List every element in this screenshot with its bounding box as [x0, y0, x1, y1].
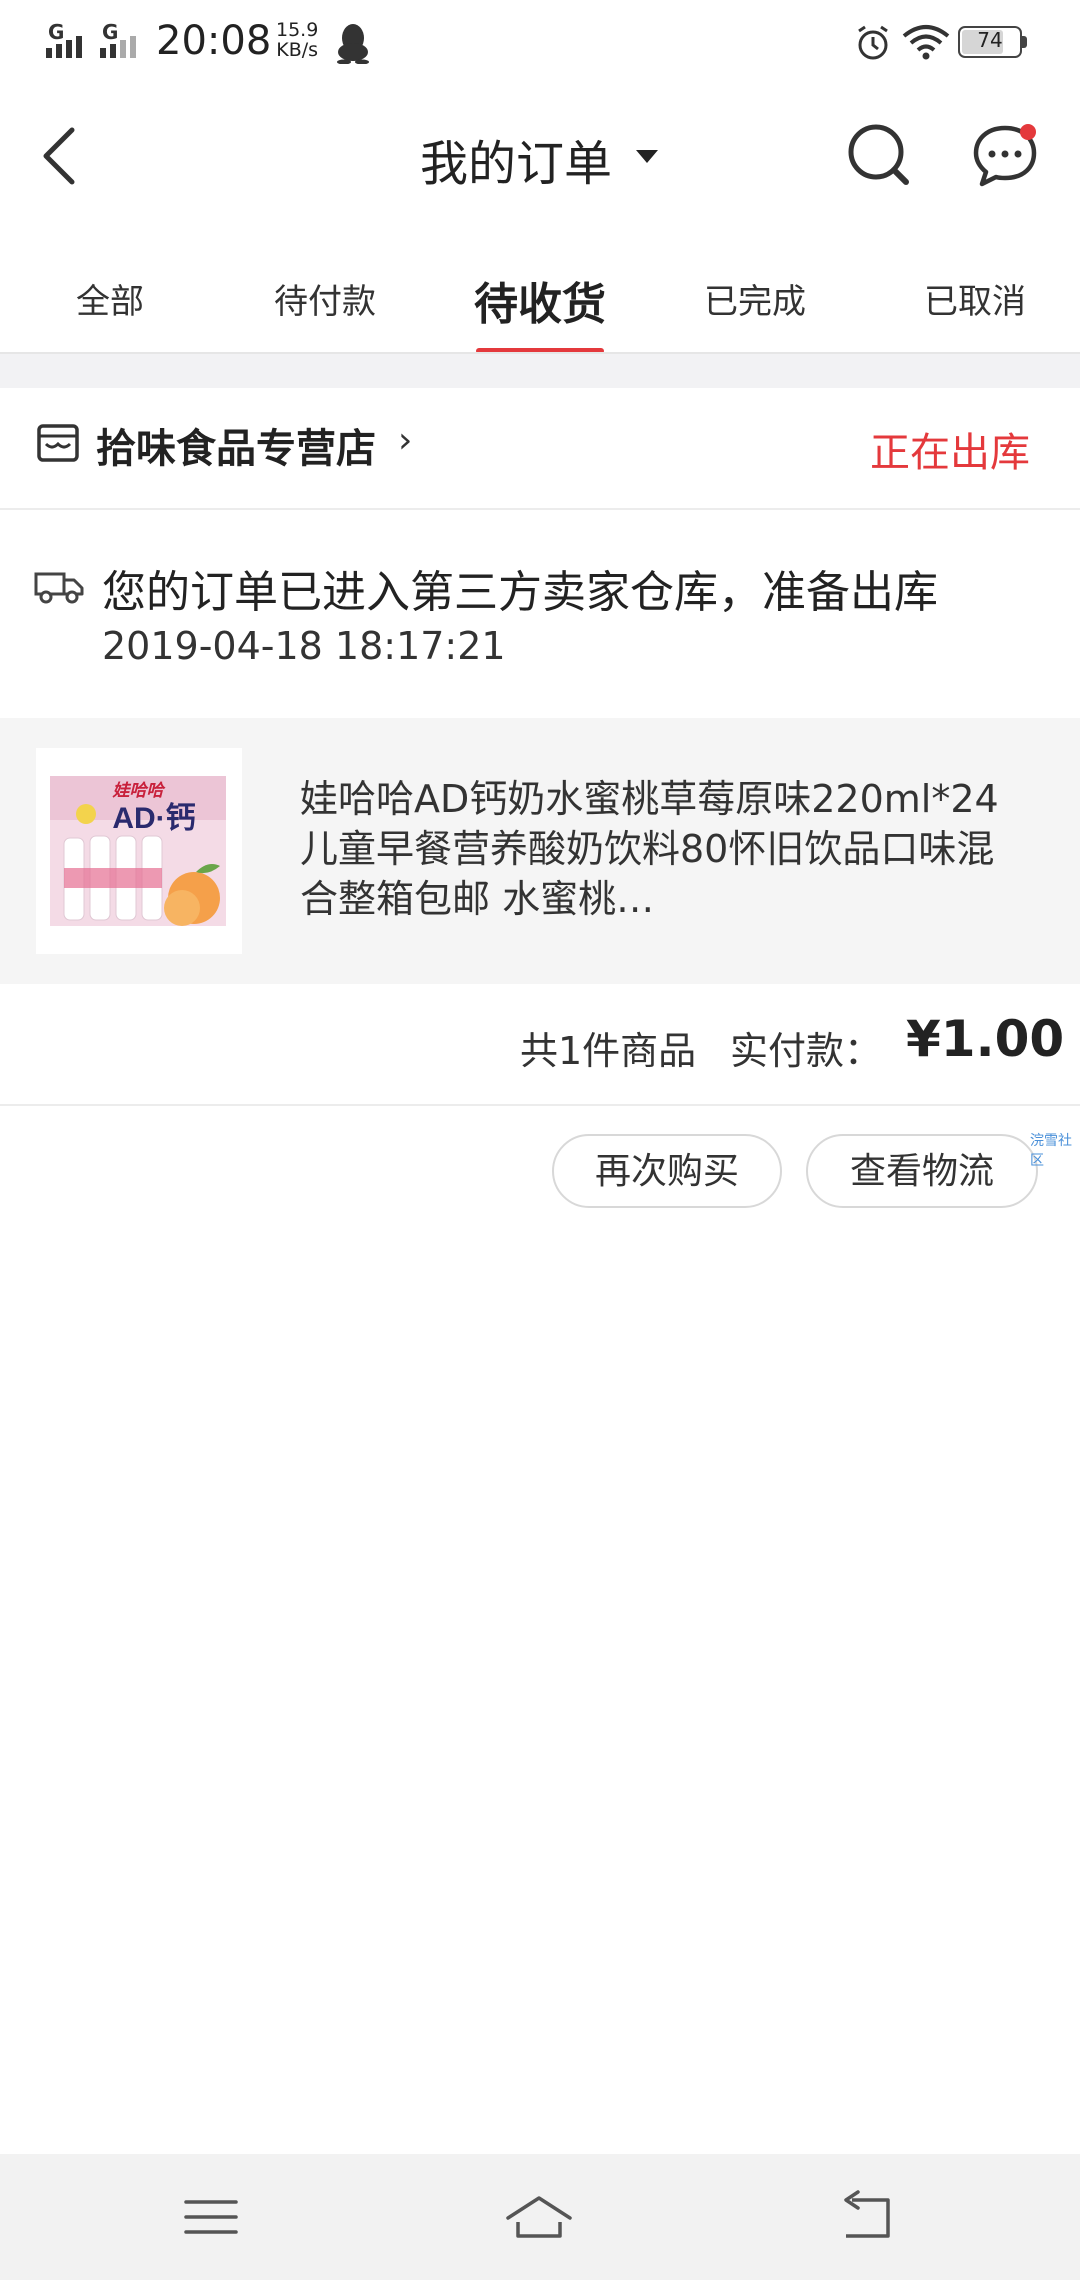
product-thumbnail[interactable]: 娃哈哈 AD·钙 — [36, 748, 242, 954]
item-count: 共1件商品 — [520, 1029, 697, 1073]
back-arrow-icon[interactable] — [36, 124, 82, 188]
tab-all[interactable]: 全部 — [70, 274, 150, 323]
clock: 20:08 — [156, 18, 272, 64]
logistics-timestamp: 2019-04-18 18:17:21 — [102, 624, 506, 668]
qq-penguin-icon — [337, 24, 369, 64]
tab-pending-receipt[interactable]: 待收货 — [460, 268, 620, 332]
order-status-tabs: 全部 待付款 待收货 已完成 已取消 — [0, 252, 1080, 352]
watermark-text: 浣雪社区 — [1030, 1133, 1072, 1169]
alarm-clock-icon — [858, 25, 888, 60]
speed-unit: KB/s — [276, 39, 319, 61]
logistics-message[interactable]: 您的订单已进入第三方卖家仓库，准备出库 — [102, 556, 938, 620]
home-icon[interactable] — [504, 2182, 574, 2252]
product-brand-text: 娃哈哈 — [112, 781, 167, 800]
unread-dot — [1020, 124, 1036, 140]
tab-cancelled[interactable]: 已取消 — [912, 274, 1038, 323]
product-image: 娃哈哈 AD·钙 — [50, 776, 226, 926]
speed-value: 15.9 — [276, 19, 319, 41]
page-title[interactable]: 我的订单 — [420, 124, 612, 194]
system-navigation-bar — [0, 2154, 1080, 2280]
network-speed: 15.9 KB/s — [276, 20, 318, 60]
signal-strength-icon: G — [46, 20, 90, 60]
product-name-text: AD·钙 — [112, 802, 195, 835]
view-logistics-button[interactable]: 查看物流 — [806, 1134, 1038, 1208]
battery-level: 74 — [977, 28, 1003, 52]
message-icon[interactable] — [972, 122, 1038, 188]
title-dropdown-caret-icon[interactable] — [636, 150, 658, 163]
chevron-right-icon[interactable]: › — [398, 420, 412, 461]
section-divider — [0, 352, 1080, 390]
search-icon[interactable] — [846, 122, 912, 188]
buy-again-button[interactable]: 再次购买 — [552, 1134, 782, 1208]
battery-icon: 74 — [958, 26, 1030, 60]
store-name[interactable]: 拾味食品专营店 — [96, 416, 376, 474]
product-title[interactable]: 娃哈哈AD钙奶水蜜桃草莓原味220ml*24儿童早餐营养酸奶饮料80怀旧饮品口味… — [300, 774, 1020, 924]
back-icon[interactable] — [832, 2182, 902, 2252]
store-icon — [37, 424, 79, 462]
menu-icon[interactable] — [176, 2182, 246, 2252]
order-status-label: 正在出库 — [870, 430, 1030, 476]
wifi-icon — [902, 25, 950, 60]
paid-amount-label: 实付款： — [730, 1029, 883, 1073]
delivery-truck-icon — [34, 572, 84, 604]
tab-pending-payment[interactable]: 待付款 — [262, 274, 388, 323]
paid-amount: ¥1.00 — [906, 1010, 1065, 1068]
signal-strength-icon-2: G — [100, 20, 144, 60]
status-bar: G G 20:08 15.9 KB/s 74 — [0, 0, 1080, 90]
tab-completed[interactable]: 已完成 — [692, 274, 818, 323]
